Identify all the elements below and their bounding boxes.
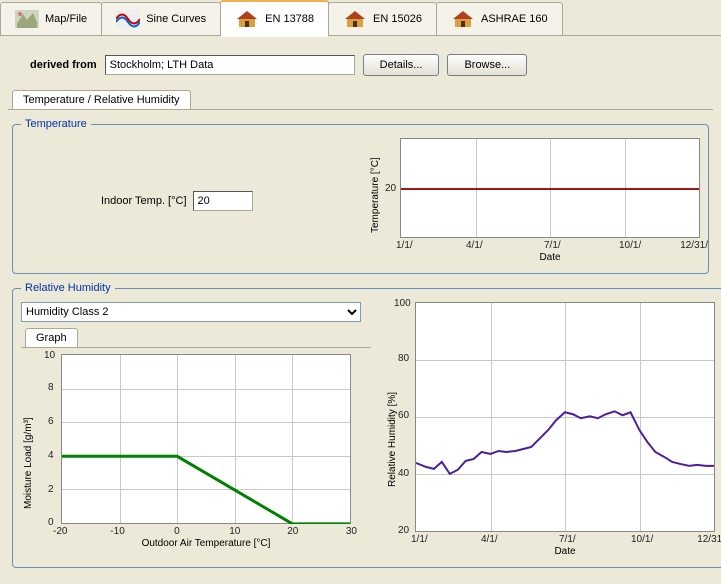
subtab-temp-humidity[interactable]: Temperature / Relative Humidity (12, 90, 191, 109)
tab-label: ASHRAE 160 (481, 13, 548, 25)
location-input[interactable] (105, 55, 355, 75)
xtick: 20 (287, 526, 298, 537)
ytick: 8 (48, 382, 54, 393)
indoor-temp-input[interactable] (193, 191, 253, 211)
ytick: 10 (44, 350, 55, 361)
ytick: 2 (48, 484, 54, 495)
humidity-class-select[interactable]: Humidity Class 2 (21, 302, 361, 322)
tab-label: EN 13788 (265, 13, 314, 25)
xtick: 7/1/ (544, 240, 561, 251)
derived-from-row: derived from Details... Browse... (8, 44, 713, 86)
tab-en15026[interactable]: EN 15026 (328, 2, 437, 35)
xtick: 4/1/ (466, 240, 483, 251)
ytick: 80 (398, 353, 409, 364)
rh-chart-ylabel: Relative Humidity [%] (387, 392, 398, 487)
humidity-legend: Relative Humidity (21, 282, 115, 294)
moisture-chart-xlabel: Outdoor Air Temperature [°C] (61, 538, 351, 549)
sub-tab-row: Temperature / Relative Humidity (8, 90, 713, 110)
indoor-temp-label: Indoor Temp. [°C] (101, 195, 187, 207)
tab-mapfile[interactable]: Map/File (0, 2, 102, 35)
house-icon (451, 10, 475, 28)
moisture-load-chart: 0 2 4 6 8 10 (61, 354, 351, 524)
tab-ashrae160[interactable]: ASHRAE 160 (436, 2, 563, 35)
browse-button[interactable]: Browse... (447, 54, 527, 76)
ytick: 40 (398, 468, 409, 479)
xtick: -20 (53, 526, 67, 537)
humidity-group: Relative Humidity Humidity Class 2 Graph… (12, 282, 721, 568)
temperature-legend: Temperature (21, 118, 91, 130)
xtick: 0 (174, 526, 180, 537)
ytick: 20 (385, 183, 396, 194)
xtick: 1/1/ (411, 534, 428, 545)
xtick: 7/1/ (559, 534, 576, 545)
temp-chart-xlabel: Date (400, 252, 700, 263)
xtick: 10/1/ (619, 240, 641, 251)
tab-label: Map/File (45, 13, 87, 25)
ytick: 4 (48, 450, 54, 461)
tab-en13788[interactable]: EN 13788 (220, 0, 329, 36)
tab-label: EN 15026 (373, 13, 422, 25)
house-icon (343, 10, 367, 28)
sine-icon (116, 10, 140, 28)
xtick: 30 (346, 526, 357, 537)
tab-sine-curves[interactable]: Sine Curves (101, 2, 221, 35)
ytick: 60 (398, 410, 409, 421)
graph-tab[interactable]: Graph (25, 328, 78, 347)
xtick: 12/31/ (697, 534, 721, 545)
relative-humidity-chart: 20 40 60 80 100 (415, 302, 715, 532)
derived-from-label: derived from (14, 59, 97, 71)
temperature-group: Temperature Indoor Temp. [°C] Temperatur… (12, 118, 709, 274)
tab-label: Sine Curves (146, 13, 206, 25)
house-icon (235, 10, 259, 28)
ytick: 20 (398, 525, 409, 536)
xtick: 10 (229, 526, 240, 537)
xtick: -10 (110, 526, 124, 537)
xtick: 12/31/ (680, 240, 708, 251)
temp-chart-ylabel: Temperature [°C] (370, 157, 381, 233)
ytick: 100 (394, 298, 411, 309)
temp-series-line (401, 188, 699, 190)
details-button[interactable]: Details... (363, 54, 440, 76)
xtick: 4/1/ (481, 534, 498, 545)
xtick: 1/1/ (396, 240, 413, 251)
moisture-chart-ylabel: Moisture Load [g/m³] (23, 417, 34, 509)
main-tab-row: Map/File Sine Curves EN 13788 EN 15026 A… (0, 0, 721, 36)
xtick: 10/1/ (631, 534, 653, 545)
temperature-chart: 20 (400, 138, 700, 238)
globe-icon (15, 10, 39, 28)
rh-chart-xlabel: Date (415, 546, 715, 557)
ytick: 6 (48, 416, 54, 427)
